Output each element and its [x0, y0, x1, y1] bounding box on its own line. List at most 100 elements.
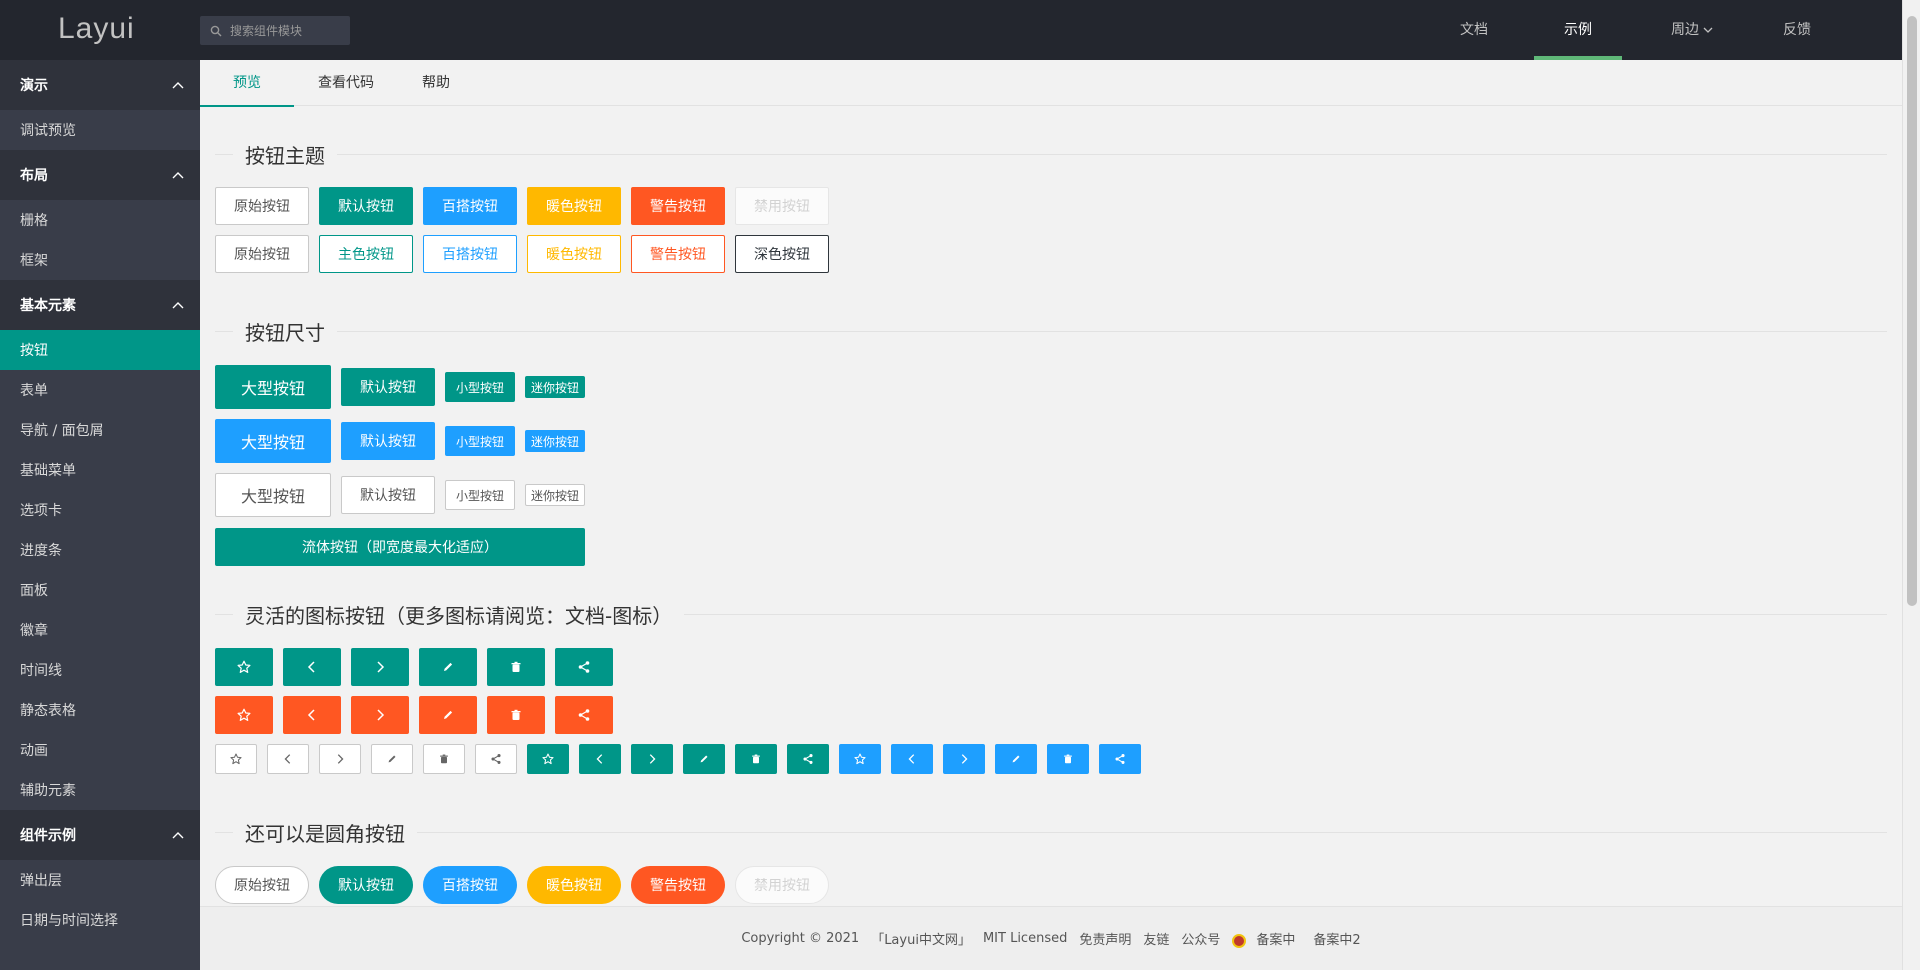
- share-icon-button[interactable]: [555, 648, 613, 686]
- outline-primary-button[interactable]: 原始按钮: [215, 235, 309, 273]
- trash-icon-button[interactable]: [487, 648, 545, 686]
- medium-button[interactable]: 默认按钮: [341, 476, 435, 514]
- disclaimer-link[interactable]: 免责声明: [1079, 929, 1131, 948]
- site-link[interactable]: 「Layui中文网」: [871, 929, 971, 948]
- search-input[interactable]: [230, 23, 340, 38]
- sidebar-item-date[interactable]: 日期与时间选择: [0, 900, 200, 940]
- small-button[interactable]: 小型按钮: [445, 480, 515, 510]
- share-icon-button[interactable]: [1099, 744, 1141, 774]
- chevron-right-icon-button[interactable]: [319, 744, 361, 774]
- sidebar-item-button[interactable]: 按钮: [0, 330, 200, 370]
- nav-ecosystem[interactable]: 周边: [1622, 0, 1762, 60]
- mini-button[interactable]: 迷你按钮: [525, 484, 585, 506]
- share-icon-button[interactable]: [475, 744, 517, 774]
- sidebar-item-badge[interactable]: 徽章: [0, 610, 200, 650]
- medium-button[interactable]: 默认按钮: [341, 368, 435, 406]
- sidebar-item-progress[interactable]: 进度条: [0, 530, 200, 570]
- danger-button[interactable]: 警告按钮: [631, 187, 725, 225]
- round-default-button[interactable]: 默认按钮: [319, 866, 413, 904]
- chevron-left-icon-button[interactable]: [283, 696, 341, 734]
- outline-danger-button[interactable]: 警告按钮: [631, 235, 725, 273]
- large-button[interactable]: 大型按钮: [215, 473, 331, 517]
- scrollbar-thumb[interactable]: [1907, 16, 1917, 606]
- outline-normal-button[interactable]: 百搭按钮: [423, 235, 517, 273]
- pencil-icon-button[interactable]: [419, 648, 477, 686]
- chevron-left-icon-button[interactable]: [891, 744, 933, 774]
- chevron-right-icon-button[interactable]: [631, 744, 673, 774]
- trash-icon-button[interactable]: [735, 744, 777, 774]
- sidebar-item-tab[interactable]: 选项卡: [0, 490, 200, 530]
- sidebar-item-grid[interactable]: 栅格: [0, 200, 200, 240]
- nav-examples[interactable]: 示例: [1534, 0, 1622, 60]
- wechat-link[interactable]: 公众号: [1181, 929, 1220, 948]
- trash-icon-button[interactable]: [423, 744, 465, 774]
- normal-button[interactable]: 百搭按钮: [423, 187, 517, 225]
- tab-preview[interactable]: 预览: [200, 60, 294, 107]
- sidebar-item-menu[interactable]: 基础菜单: [0, 450, 200, 490]
- license-link[interactable]: MIT Licensed: [983, 931, 1067, 946]
- icp-link-2[interactable]: 备案中2: [1313, 929, 1360, 948]
- small-button[interactable]: 小型按钮: [445, 426, 515, 456]
- primary-button[interactable]: 原始按钮: [215, 187, 309, 225]
- round-primary-button[interactable]: 原始按钮: [215, 866, 309, 904]
- round-normal-button[interactable]: 百搭按钮: [423, 866, 517, 904]
- outline-main-button[interactable]: 主色按钮: [319, 235, 413, 273]
- sidebar-item-layer[interactable]: 弹出层: [0, 860, 200, 900]
- sidebar-item-panel[interactable]: 面板: [0, 570, 200, 610]
- tab-help[interactable]: 帮助: [398, 60, 474, 106]
- sidebar-group-label: 基本元素: [20, 298, 76, 314]
- page-scrollbar[interactable]: [1902, 0, 1920, 970]
- share-icon-button[interactable]: [555, 696, 613, 734]
- sidebar-item-frame[interactable]: 框架: [0, 240, 200, 280]
- pencil-icon-button[interactable]: [683, 744, 725, 774]
- chevron-right-icon-button[interactable]: [351, 696, 409, 734]
- large-button[interactable]: 大型按钮: [215, 365, 331, 409]
- chevron-left-icon-button[interactable]: [267, 744, 309, 774]
- outline-dark-button[interactable]: 深色按钮: [735, 235, 829, 273]
- sidebar-item-aux[interactable]: 辅助元素: [0, 770, 200, 810]
- star-icon-button[interactable]: [215, 744, 257, 774]
- star-icon-button[interactable]: [215, 648, 273, 686]
- pencil-icon-button[interactable]: [419, 696, 477, 734]
- sidebar-group-layout[interactable]: 布局: [0, 150, 200, 200]
- small-button[interactable]: 小型按钮: [445, 372, 515, 402]
- chevron-right-icon-button[interactable]: [351, 648, 409, 686]
- sidebar-group-components[interactable]: 组件示例: [0, 810, 200, 860]
- sidebar-item-nav[interactable]: 导航 / 面包屑: [0, 410, 200, 450]
- share-icon-button[interactable]: [787, 744, 829, 774]
- tab-code[interactable]: 查看代码: [294, 60, 398, 106]
- star-icon-button[interactable]: [839, 744, 881, 774]
- chevron-left-icon-button[interactable]: [283, 648, 341, 686]
- chevron-right-icon-button[interactable]: [943, 744, 985, 774]
- outline-warm-button[interactable]: 暖色按钮: [527, 235, 621, 273]
- nav-docs[interactable]: 文档: [1414, 0, 1534, 60]
- mini-button[interactable]: 迷你按钮: [525, 430, 585, 452]
- large-button[interactable]: 大型按钮: [215, 419, 331, 463]
- warm-button[interactable]: 暖色按钮: [527, 187, 621, 225]
- star-icon-button[interactable]: [215, 696, 273, 734]
- sidebar-item-anim[interactable]: 动画: [0, 730, 200, 770]
- friend-links[interactable]: 友链: [1143, 929, 1169, 948]
- sidebar-item-timeline[interactable]: 时间线: [0, 650, 200, 690]
- medium-button[interactable]: 默认按钮: [341, 422, 435, 460]
- sidebar-group-demo[interactable]: 演示: [0, 60, 200, 110]
- search-box[interactable]: [200, 16, 350, 45]
- trash-icon-button[interactable]: [487, 696, 545, 734]
- default-button[interactable]: 默认按钮: [319, 187, 413, 225]
- trash-icon-button[interactable]: [1047, 744, 1089, 774]
- fluid-button[interactable]: 流体按钮（即宽度最大化适应）: [215, 528, 585, 566]
- logo[interactable]: Layui: [58, 12, 135, 46]
- icp-link-1[interactable]: 备案中: [1232, 929, 1301, 948]
- sidebar-item-debug-preview[interactable]: 调试预览: [0, 110, 200, 150]
- mini-button[interactable]: 迷你按钮: [525, 376, 585, 398]
- sidebar-group-basic[interactable]: 基本元素: [0, 280, 200, 330]
- star-icon-button[interactable]: [527, 744, 569, 774]
- pencil-icon-button[interactable]: [995, 744, 1037, 774]
- sidebar-item-table[interactable]: 静态表格: [0, 690, 200, 730]
- nav-feedback[interactable]: 反馈: [1762, 0, 1832, 60]
- pencil-icon-button[interactable]: [371, 744, 413, 774]
- round-warm-button[interactable]: 暖色按钮: [527, 866, 621, 904]
- sidebar-item-form[interactable]: 表单: [0, 370, 200, 410]
- round-danger-button[interactable]: 警告按钮: [631, 866, 725, 904]
- chevron-left-icon-button[interactable]: [579, 744, 621, 774]
